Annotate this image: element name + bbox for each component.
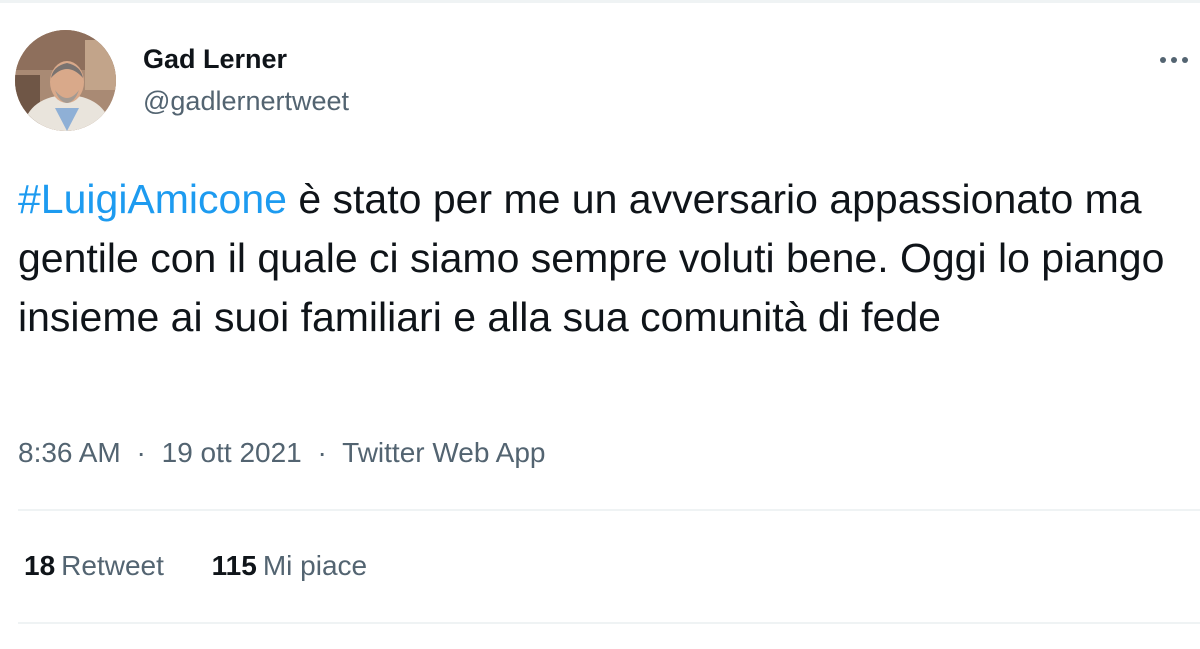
more-horizontal-icon bbox=[1160, 57, 1188, 63]
engagement-stats: 18 Retweet 115 Mi piace bbox=[24, 550, 407, 582]
likes-label: Mi piace bbox=[262, 550, 368, 581]
divider bbox=[18, 622, 1200, 624]
tweet-metadata: 8:36 AM · 19 ott 2021 · Twitter Web App bbox=[18, 437, 546, 469]
retweets-stat[interactable]: 18 Retweet bbox=[24, 550, 164, 581]
tweet-source[interactable]: Twitter Web App bbox=[342, 437, 545, 468]
retweets-count: 18 bbox=[24, 550, 56, 581]
user-handle[interactable]: @gadlernertweet bbox=[143, 86, 349, 117]
separator: · bbox=[317, 437, 327, 468]
likes-count: 115 bbox=[211, 550, 257, 581]
likes-stat[interactable]: 115 Mi piace bbox=[212, 550, 367, 581]
profile-photo-icon bbox=[15, 30, 116, 131]
hashtag-link[interactable]: #LuigiAmicone bbox=[18, 176, 287, 222]
tweet-date[interactable]: 19 ott 2021 bbox=[162, 437, 302, 468]
avatar[interactable] bbox=[15, 30, 116, 131]
more-options-button[interactable] bbox=[1152, 46, 1196, 74]
tweet-text: #LuigiAmicone è stato per me un avversar… bbox=[18, 170, 1188, 347]
top-border bbox=[0, 0, 1200, 3]
tweet-card: Gad Lerner @gadlernertweet #LuigiAmicone… bbox=[0, 0, 1200, 649]
retweets-label: Retweet bbox=[61, 550, 164, 581]
display-name[interactable]: Gad Lerner bbox=[143, 44, 287, 75]
tweet-time[interactable]: 8:36 AM bbox=[18, 437, 121, 468]
separator: · bbox=[136, 437, 146, 468]
divider bbox=[18, 509, 1200, 511]
